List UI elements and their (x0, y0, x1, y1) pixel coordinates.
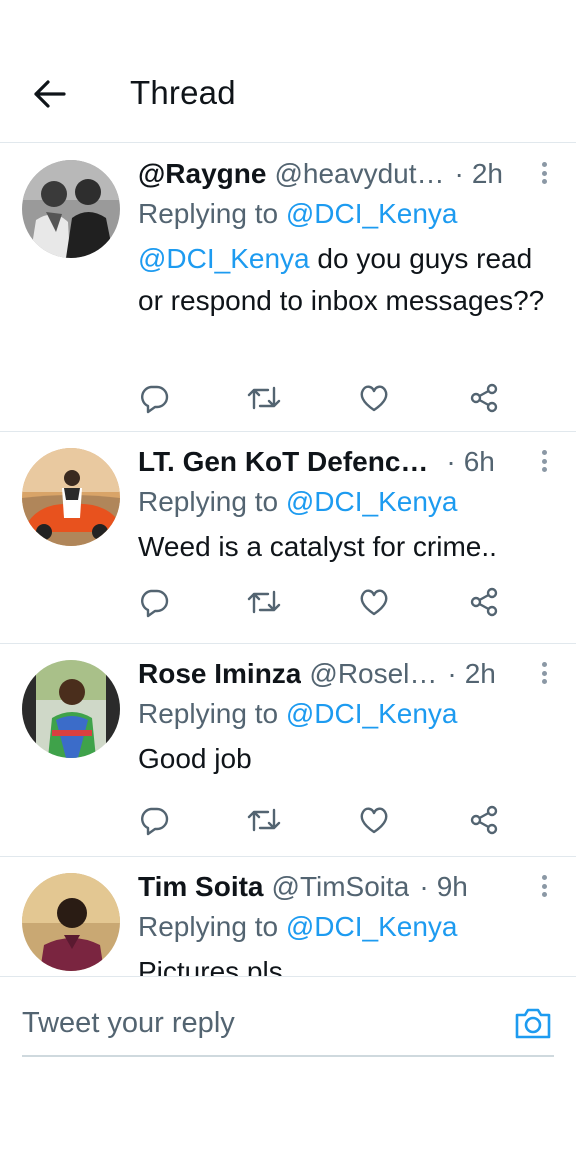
tweet-text: Pictures pls (138, 956, 283, 976)
avatar[interactable] (22, 873, 120, 971)
share-button[interactable] (464, 378, 504, 418)
reply-input[interactable] (22, 991, 492, 1055)
avatar[interactable] (22, 448, 120, 546)
reply-button[interactable] (134, 378, 174, 418)
text-mention[interactable]: @DCI_Kenya (138, 243, 310, 274)
retweet-button[interactable] (244, 800, 284, 840)
replying-to-prefix: Replying to (138, 911, 279, 942)
camera-button[interactable] (510, 1001, 556, 1045)
top-bar: Thread (0, 0, 576, 143)
like-button[interactable] (354, 582, 394, 622)
retweet-button[interactable] (244, 582, 284, 622)
tweet-header: @Raygne @heavydut… · 2h (138, 154, 528, 194)
avatar-photo-icon (22, 448, 120, 546)
like-button[interactable] (354, 800, 394, 840)
replying-to-mention[interactable]: @DCI_Kenya (286, 486, 458, 517)
share-button[interactable] (464, 800, 504, 840)
tweet[interactable]: @Raygne @heavydut… · 2h Replying to @DCI… (0, 144, 576, 432)
share-icon (470, 805, 498, 835)
avatar[interactable] (22, 660, 120, 758)
more-options-button[interactable] (532, 658, 556, 688)
replying-to-prefix: Replying to (138, 486, 279, 517)
reply-button[interactable] (134, 582, 174, 622)
separator-dot: · (447, 658, 457, 689)
replying-to: Replying to @DCI_Kenya (138, 482, 560, 522)
timestamp: 6h (463, 446, 495, 477)
replying-to-mention[interactable]: @DCI_Kenya (286, 698, 458, 729)
replying-to: Replying to @DCI_Kenya (138, 694, 560, 734)
retweet-button[interactable] (244, 378, 284, 418)
separator-dot: · (419, 871, 429, 902)
reply-icon (141, 589, 169, 618)
avatar-photo-icon (22, 160, 120, 258)
tweet-body: Tim Soita @TimSoita · 9h Replying to @DC… (138, 867, 560, 976)
reply-icon (141, 385, 169, 414)
arrow-left-icon (34, 80, 66, 108)
reply-icon (141, 807, 169, 836)
retweet-icon (247, 386, 281, 410)
input-underline (22, 1055, 554, 1057)
tweet-body: LT. Gen KoT Defenc… · 6h Replying to @DC… (138, 442, 560, 568)
share-icon (470, 587, 498, 617)
more-options-button[interactable] (532, 158, 556, 188)
tweet[interactable]: Rose Iminza @Rosel… · 2h Replying to @DC… (0, 644, 576, 857)
separator-dot: · (446, 446, 456, 477)
timestamp: 9h (436, 871, 468, 902)
display-name[interactable]: Tim Soita (138, 867, 264, 907)
replying-to-mention[interactable]: @DCI_Kenya (286, 198, 458, 229)
reply-list[interactable]: @Raygne @heavydut… · 2h Replying to @DCI… (0, 144, 576, 976)
reply-button[interactable] (134, 800, 174, 840)
timestamp: 2h (471, 158, 504, 189)
page-title: Thread (130, 74, 236, 111)
tweet-text: Good job (138, 743, 252, 774)
tweet-body: @Raygne @heavydut… · 2h Replying to @DCI… (138, 154, 560, 322)
replying-to: Replying to @DCI_Kenya (138, 907, 560, 947)
display-name[interactable]: @Raygne (138, 154, 266, 194)
user-handle: @Rosel… (309, 658, 438, 689)
user-handle: @TimSoita (271, 871, 410, 902)
tweet-header: Rose Iminza @Rosel… · 2h (138, 654, 528, 694)
reply-composer (0, 976, 576, 1152)
user-handle: @heavydut… (274, 158, 445, 189)
separator-dot: · (454, 158, 464, 189)
tweet-actions (138, 378, 518, 418)
tweet-header: LT. Gen KoT Defenc… · 6h (138, 442, 528, 482)
retweet-icon (247, 808, 281, 832)
tweet-text: Weed is a catalyst for crime.. (138, 531, 497, 562)
tweet[interactable]: Tim Soita @TimSoita · 9h Replying to @DC… (0, 857, 576, 976)
like-icon (360, 807, 388, 834)
tweet-header: Tim Soita @TimSoita · 9h (138, 867, 528, 907)
camera-icon (515, 1008, 551, 1039)
display-name[interactable]: LT. Gen KoT Defenc… (138, 442, 428, 482)
tweet-actions (138, 582, 518, 622)
avatar-photo-icon (22, 873, 120, 971)
retweet-icon (247, 590, 281, 614)
tweet-text: @DCI_Kenya do you guys read or respond t… (138, 238, 558, 322)
more-options-button[interactable] (532, 446, 556, 476)
avatar-photo-icon (22, 660, 120, 758)
share-icon (470, 383, 498, 413)
share-button[interactable] (464, 582, 504, 622)
replying-to: Replying to @DCI_Kenya (138, 194, 560, 234)
timestamp: 2h (464, 658, 496, 689)
back-button[interactable] (22, 72, 78, 116)
display-name[interactable]: Rose Iminza (138, 654, 301, 694)
tweet-body: Rose Iminza @Rosel… · 2h Replying to @DC… (138, 654, 560, 780)
tweet[interactable]: LT. Gen KoT Defenc… · 6h Replying to @DC… (0, 432, 576, 644)
replying-to-mention[interactable]: @DCI_Kenya (286, 911, 458, 942)
more-options-button[interactable] (532, 871, 556, 901)
like-button[interactable] (354, 378, 394, 418)
replying-to-prefix: Replying to (138, 198, 279, 229)
like-icon (360, 589, 388, 616)
avatar[interactable] (22, 160, 120, 258)
like-icon (360, 385, 388, 412)
tweet-actions (138, 800, 518, 840)
replying-to-prefix: Replying to (138, 698, 279, 729)
